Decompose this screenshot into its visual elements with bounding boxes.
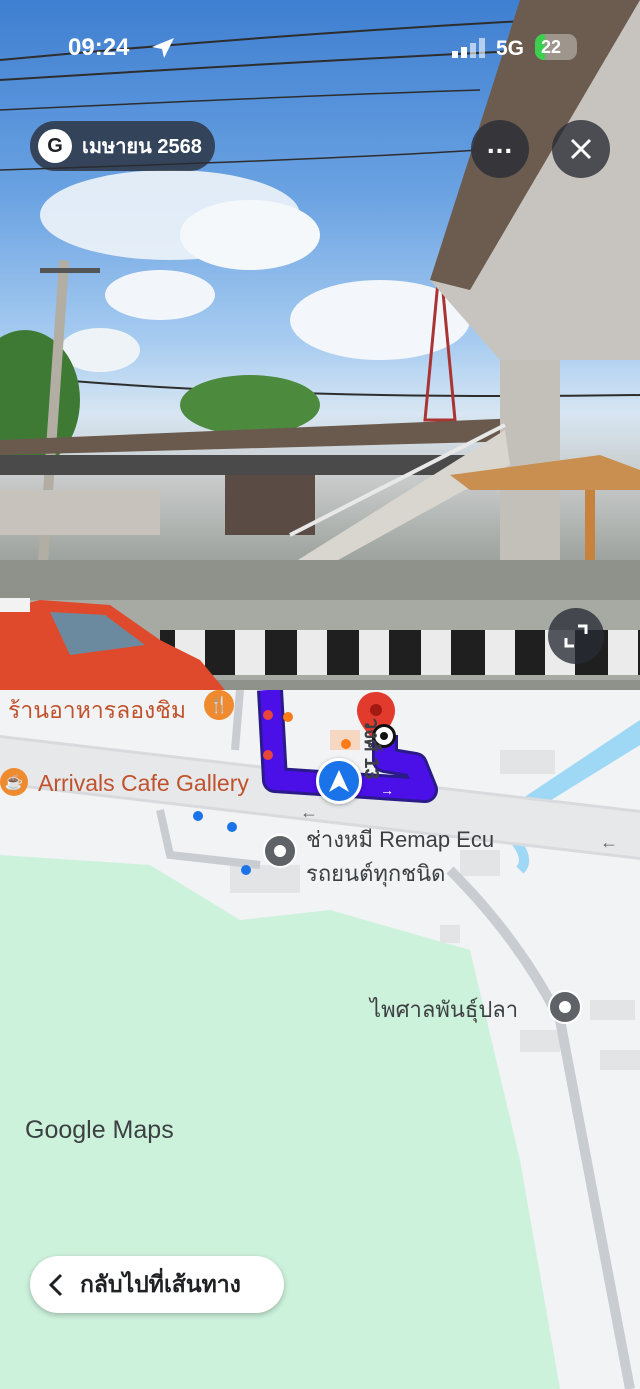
google-g-icon: G <box>38 129 72 163</box>
poi-pin-remap[interactable] <box>263 834 297 868</box>
road-label-bottom: ศ 24 <box>0 1330 3 1367</box>
status-time: 09:24 <box>68 34 130 61</box>
more-horizontal-icon: ... <box>486 128 514 159</box>
capture-date: เมษายน 2568 <box>82 136 202 158</box>
chevron-left-icon <box>48 1273 63 1296</box>
street-view-photo[interactable]: 09:24 5G 22 G เมษายน 2568 ... <box>0 0 640 690</box>
expand-button[interactable] <box>548 608 604 664</box>
signal-bars-icon <box>452 38 485 58</box>
poi-label-cafe[interactable]: Arrivals Cafe Gallery <box>38 770 249 797</box>
close-button[interactable] <box>552 120 610 178</box>
poi-label-restaurant[interactable]: ร้านอาหารลองชิม <box>8 693 186 729</box>
street-view-scene <box>0 0 640 690</box>
expand-icon <box>564 624 588 648</box>
cafe-icon[interactable]: ☕ <box>0 768 28 796</box>
svg-text:←: ← <box>600 832 618 852</box>
back-to-route-label: กลับไปที่เส้นทาง <box>80 1270 241 1297</box>
battery-icon: 22 <box>535 34 577 60</box>
street-view-date-pill[interactable]: G เมษายน 2568 <box>30 121 215 171</box>
poi-label-remap[interactable]: ช่างหมี Remap Ecu <box>306 822 494 857</box>
poi-label-remap-sub[interactable]: รถยนต์ทุกชนิด <box>306 856 445 891</box>
road-label: วงศ์ 13 <box>360 718 382 780</box>
network-type: 5G <box>496 37 525 60</box>
poi-label-fish-shop[interactable]: ไพศาลพันธุ์ปลา <box>370 992 518 1027</box>
poi-pin-fish-shop[interactable] <box>548 990 582 1024</box>
svg-text:←: ← <box>300 802 318 822</box>
more-options-button[interactable]: ... <box>471 120 529 178</box>
google-maps-watermark: Google Maps <box>25 1116 174 1144</box>
svg-text:→: → <box>380 782 394 798</box>
restaurant-icon[interactable]: 🍴 <box>204 690 234 720</box>
location-arrow-icon <box>152 38 174 58</box>
back-to-route-button[interactable]: กลับไปที่เส้นทาง <box>30 1256 284 1313</box>
battery-level: 22 <box>541 37 562 57</box>
close-icon <box>570 138 592 160</box>
